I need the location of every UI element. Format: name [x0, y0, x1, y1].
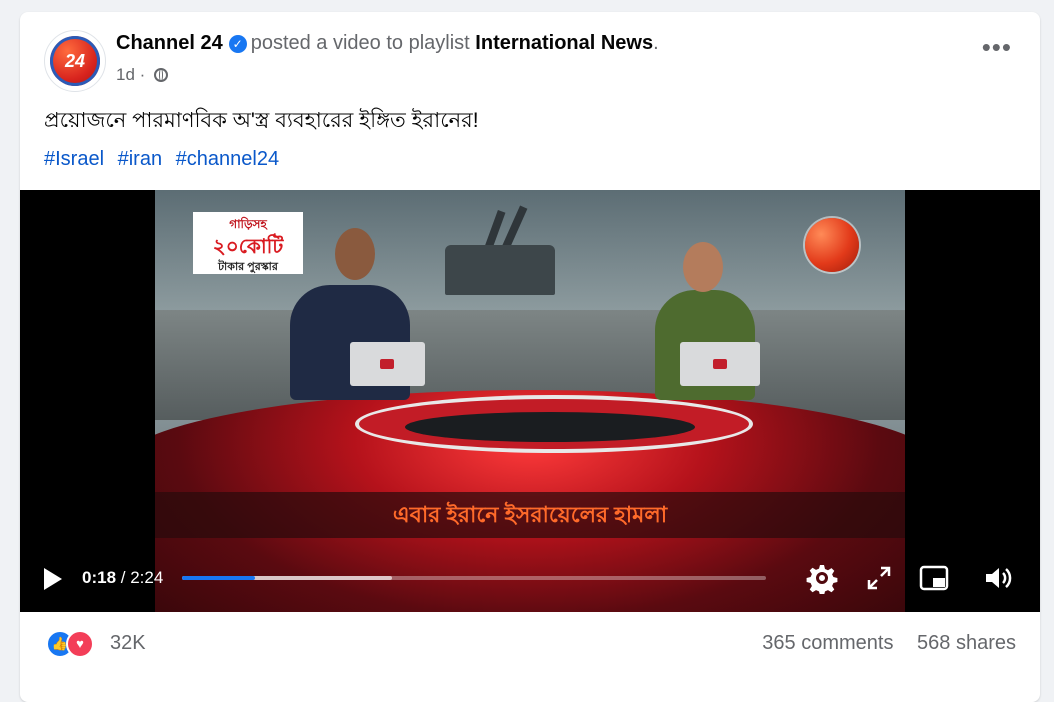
action-text: posted a video to playlist	[250, 32, 470, 54]
comments-count-link[interactable]: 365 comments	[762, 632, 893, 654]
expand-icon[interactable]	[863, 562, 895, 594]
sponsor-line: টাকার পুরস্কার	[218, 261, 278, 273]
sponsor-line: গাড়িসহ	[229, 217, 267, 231]
hashtag-link[interactable]: #Israel	[44, 148, 104, 170]
news-caption: এবার ইরানে ইসরায়েলের হামলা	[155, 492, 905, 538]
video-frame: গাড়িসহ ২০কোটি টাকার পুরস্কার এবার ইরানে…	[155, 190, 905, 612]
more-options-button[interactable]: •••	[982, 34, 1012, 60]
globe-icon	[154, 68, 169, 82]
settings-gear-icon[interactable]	[806, 562, 838, 596]
playlist-suffix: .	[653, 32, 659, 54]
male-anchor-head	[335, 228, 375, 280]
channel-logo-icon	[805, 218, 859, 272]
current-time: 0:18	[82, 568, 117, 587]
page-avatar[interactable]: 24	[44, 30, 106, 92]
video-player[interactable]: গাড়িসহ ২০কোটি টাকার পুরস্কার এবার ইরানে…	[20, 190, 1040, 612]
total-time: / 2:24	[120, 568, 164, 587]
progress-bar[interactable]	[182, 576, 766, 580]
post-header: Channel 24 ✓ posted a video to playlist In…	[116, 32, 659, 55]
meta-separator: ·	[139, 65, 146, 84]
female-anchor-head	[683, 242, 723, 292]
hashtag-link[interactable]: #channel24	[176, 148, 279, 170]
reaction-count[interactable]: 32K	[110, 632, 146, 655]
timestamp-link[interactable]: 1d	[116, 65, 135, 84]
volume-icon[interactable]	[982, 562, 1014, 594]
verified-badge-icon: ✓	[228, 35, 247, 53]
laptop	[350, 342, 425, 386]
progress-played	[182, 576, 255, 580]
love-reaction-icon: ♥	[66, 630, 94, 658]
time-display: 0:18 / 2:24	[82, 568, 163, 588]
laptop-logo-icon	[380, 359, 394, 369]
playlist-link[interactable]: International News	[475, 32, 653, 54]
laptop	[680, 342, 760, 386]
play-icon[interactable]	[44, 568, 62, 590]
picture-in-picture-icon[interactable]	[918, 562, 950, 594]
shares-count-link[interactable]: 568 shares	[917, 632, 1016, 654]
desk-ring-inner	[405, 412, 695, 442]
engagement-counts: 365 comments 568 shares	[762, 632, 1016, 655]
page-name-link[interactable]: Channel 24	[116, 32, 223, 54]
post-meta: 1d ·	[116, 65, 169, 85]
sponsor-banner: গাড়িসহ ২০কোটি টাকার পুরস্কার	[193, 212, 303, 274]
logo-text: 24	[64, 50, 86, 71]
tank-shape	[445, 245, 555, 295]
hashtag-list: #Israel #iran #channel24	[44, 148, 287, 171]
laptop-logo-icon	[713, 359, 727, 369]
hashtag-link[interactable]: #iran	[118, 148, 162, 170]
post-text: প্রয়োজনে পারমাণবিক অ'স্ত্র ব্যবহারের ইঙ…	[44, 109, 479, 132]
post-card: 24 Channel 24 ✓ posted a video to playlist…	[20, 12, 1040, 702]
sponsor-amount: ২০কোটি	[212, 236, 284, 258]
channel24-logo: 24	[50, 36, 100, 86]
